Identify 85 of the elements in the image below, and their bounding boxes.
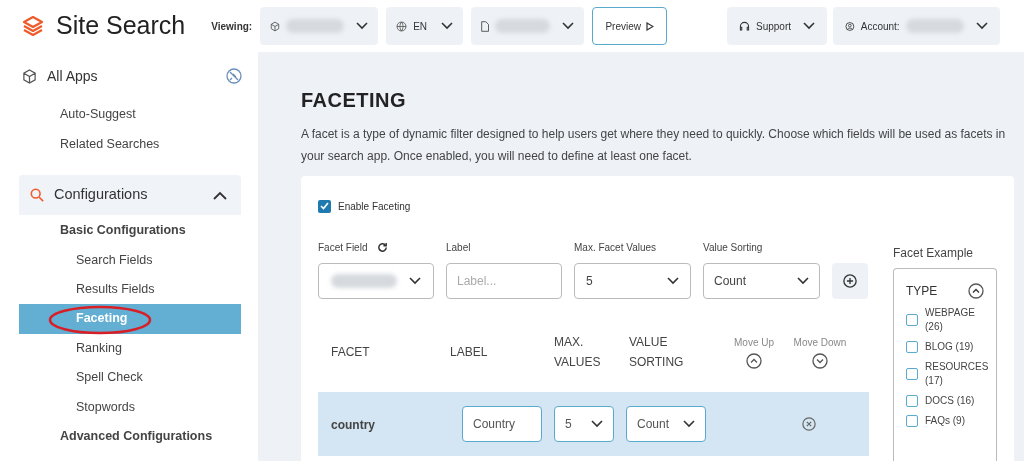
chevron-down-icon bbox=[683, 420, 695, 428]
viewing-label: Viewing: bbox=[211, 19, 253, 34]
checkbox[interactable] bbox=[906, 415, 918, 427]
label-field-label: Label bbox=[446, 241, 472, 254]
facet-row[interactable]: country Country 5 Count bbox=[318, 392, 869, 456]
globe-icon bbox=[396, 20, 408, 32]
label-input[interactable]: Label... bbox=[446, 263, 562, 299]
facet-option-label: DOCS (16) bbox=[925, 394, 975, 408]
column-header: LABEL bbox=[450, 343, 488, 361]
account-label: Account: bbox=[860, 19, 900, 34]
chevron-up-circle-icon[interactable] bbox=[968, 283, 984, 299]
app-title: Site Search bbox=[56, 10, 186, 42]
document-icon bbox=[481, 20, 490, 32]
sidebar-item[interactable]: Stopwords bbox=[19, 392, 241, 422]
checkbox[interactable] bbox=[906, 314, 918, 326]
max-facet-values-label: Max. Facet Values bbox=[574, 241, 658, 254]
facet-group-title: TYPE bbox=[906, 283, 938, 300]
chevron-down-icon bbox=[797, 277, 809, 285]
chevron-up-icon bbox=[213, 190, 227, 200]
blurred-text bbox=[331, 274, 397, 288]
chevron-down-icon bbox=[667, 277, 679, 285]
checkbox[interactable] bbox=[318, 199, 331, 213]
blurred-text bbox=[495, 19, 551, 33]
facet-name: country bbox=[331, 418, 375, 432]
page-title: FACETING bbox=[301, 88, 408, 113]
plus-circle-icon bbox=[843, 274, 857, 288]
chevron-down-icon bbox=[803, 22, 815, 30]
column-header: Move Down bbox=[793, 335, 847, 350]
facet-option-label: FAQs (9) bbox=[925, 414, 965, 428]
chevron-down-icon bbox=[976, 22, 988, 30]
facet-sorting-select[interactable]: Count bbox=[626, 406, 706, 442]
chevron-down-icon bbox=[591, 420, 603, 428]
blurred-text bbox=[905, 19, 964, 33]
enable-faceting-label: Enable Faceting bbox=[338, 199, 411, 214]
chevron-down-circle-icon[interactable] bbox=[812, 352, 828, 369]
sidebar-item[interactable]: Auto-Suggest bbox=[0, 99, 258, 129]
sidebar-item[interactable]: Spell Check bbox=[19, 362, 241, 393]
search-icon bbox=[30, 188, 44, 202]
remove-circle-icon[interactable] bbox=[802, 417, 816, 431]
preview-button[interactable]: Preview bbox=[592, 7, 668, 45]
support-menu[interactable]: Support bbox=[727, 7, 827, 45]
configurations-section-header[interactable]: Configurations bbox=[19, 175, 241, 215]
chevron-down-icon bbox=[441, 22, 454, 30]
chevron-down-icon bbox=[409, 277, 421, 285]
max-values-select[interactable]: 5 bbox=[574, 263, 691, 299]
value-sorting-label: Value Sorting bbox=[703, 241, 764, 254]
checkbox[interactable] bbox=[906, 368, 918, 380]
user-circle-icon bbox=[845, 20, 855, 32]
sidebar-group-heading[interactable]: Advanced Configurations bbox=[19, 421, 241, 452]
checkbox[interactable] bbox=[906, 395, 918, 407]
play-icon bbox=[645, 21, 654, 31]
add-facet-button[interactable] bbox=[832, 263, 868, 299]
stacked-layers-logo-icon bbox=[22, 15, 44, 37]
facet-option-label: WEBPAGE (26) bbox=[925, 306, 976, 334]
checkbox[interactable] bbox=[906, 341, 918, 353]
account-menu[interactable]: Account: bbox=[833, 7, 1000, 45]
all-apps-link[interactable]: All Apps bbox=[47, 65, 98, 87]
language-select[interactable]: EN bbox=[386, 7, 464, 45]
facet-option-label: RESOURCES (17) bbox=[925, 360, 989, 388]
facet-max-select[interactable]: 5 bbox=[554, 406, 614, 442]
sidebar-item[interactable]: Ranking bbox=[19, 333, 241, 363]
headset-icon bbox=[739, 20, 750, 32]
chevron-down-icon bbox=[562, 22, 575, 30]
sidebar-item[interactable]: Results Fields bbox=[19, 274, 241, 305]
column-header: FACET bbox=[331, 343, 370, 361]
chevron-down-icon bbox=[356, 22, 369, 30]
column-header: VALUE SORTING bbox=[629, 333, 685, 371]
sidebar-item[interactable]: Related Searches bbox=[0, 129, 258, 159]
facet-field-select[interactable] bbox=[318, 263, 434, 299]
blurred-text bbox=[286, 19, 345, 33]
facet-example-title: Facet Example bbox=[893, 245, 975, 262]
chevron-up-circle-icon[interactable] bbox=[746, 352, 762, 369]
facet-field-label: Facet Field bbox=[318, 241, 368, 254]
value-sorting-select[interactable]: Count bbox=[703, 263, 820, 299]
sidebar-group-heading[interactable]: Basic Configurations bbox=[19, 216, 241, 246]
cube-icon bbox=[22, 68, 37, 84]
facet-label-input[interactable]: Country bbox=[462, 406, 542, 442]
sidebar-item[interactable]: Search Fields bbox=[19, 245, 241, 275]
column-header: Move Up bbox=[734, 335, 774, 350]
page-description: A facet is a type of dynamic filter designed to help users get where they need to quickly. Choose which fields will be used as facets in your search app. Once enabled, you will need to define at least one facet. bbox=[301, 126, 1007, 165]
refresh-icon[interactable] bbox=[377, 241, 389, 253]
column-header: MAX. VALUES bbox=[554, 333, 602, 371]
unpin-icon[interactable] bbox=[226, 68, 242, 84]
facet-option-label: BLOG (19) bbox=[925, 340, 974, 354]
cube-icon bbox=[270, 20, 281, 32]
